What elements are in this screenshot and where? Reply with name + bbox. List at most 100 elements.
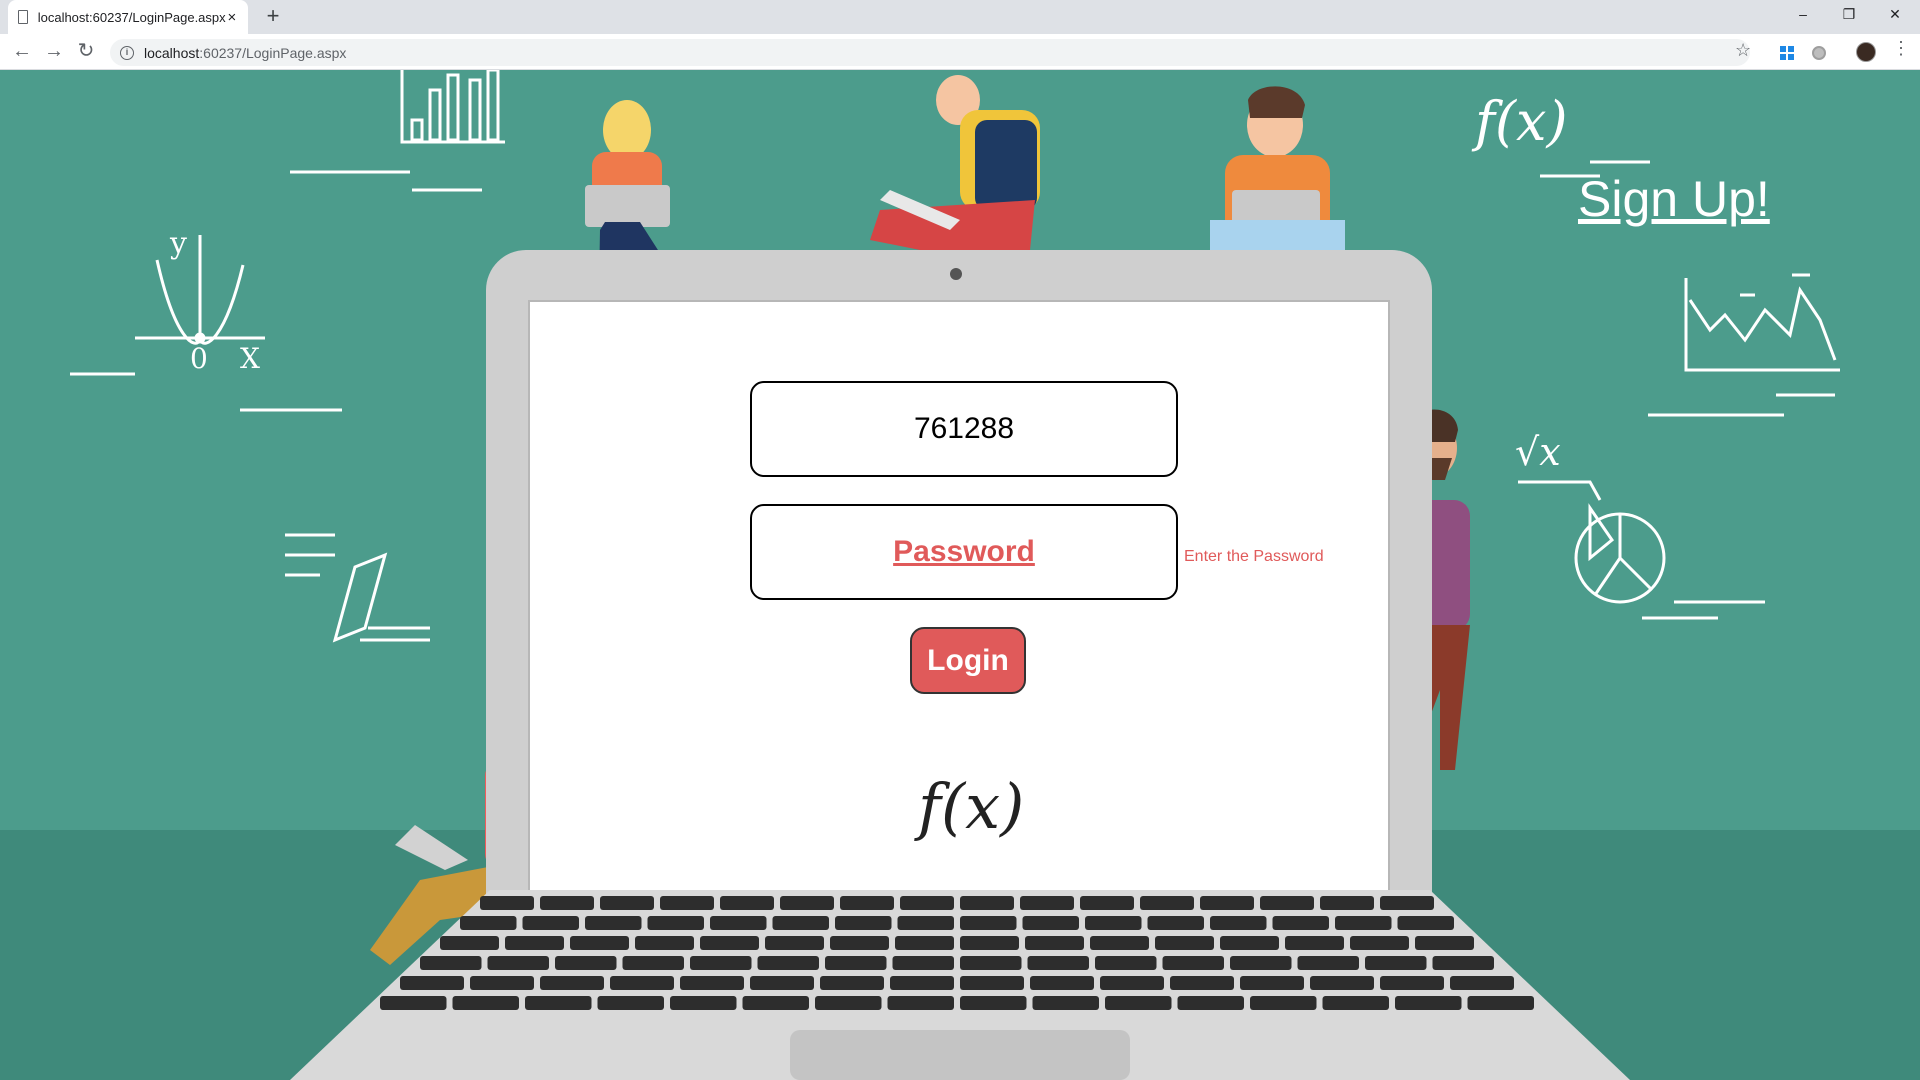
keyboard-key — [1322, 996, 1389, 1010]
keyboard-key — [710, 916, 767, 930]
forward-icon[interactable]: → — [40, 38, 68, 66]
keyboard-key — [505, 936, 564, 950]
keyboard-key — [815, 996, 882, 1010]
keyboard-key — [670, 996, 737, 1010]
restore-button[interactable]: ❐ — [1826, 0, 1872, 28]
keyboard-key — [960, 936, 1019, 950]
keyboard-key — [1095, 956, 1157, 970]
keyboard-key — [585, 916, 642, 930]
keyboard-key — [900, 896, 954, 910]
minimize-button[interactable]: – — [1780, 0, 1826, 28]
keyboard-key — [835, 916, 892, 930]
keyboard-key — [1335, 916, 1392, 930]
keyboard-key — [1260, 896, 1314, 910]
keyboard-key — [555, 956, 617, 970]
keyboard-key — [400, 976, 464, 990]
keyboard-key — [460, 916, 517, 930]
keyboard-key — [1230, 956, 1292, 970]
keyboard-key — [1155, 936, 1214, 950]
keyboard-key — [635, 936, 694, 950]
keyboard-key — [1100, 976, 1164, 990]
reload-icon[interactable]: ↻ — [72, 38, 100, 66]
keyboard-key — [1285, 936, 1344, 950]
keyboard-key — [780, 896, 834, 910]
keyboard-key — [1220, 936, 1279, 950]
keyboard-key — [480, 896, 534, 910]
keyboard-key — [1415, 936, 1474, 950]
keyboard-key — [690, 956, 752, 970]
keyboard-key — [1022, 916, 1079, 930]
keyboard-key — [1170, 976, 1234, 990]
keyboard-key — [1380, 976, 1444, 990]
login-page: 761288 Password Enter the Password Login… — [0, 70, 1920, 1080]
profile-avatar[interactable] — [1856, 42, 1876, 62]
bookmark-star-icon[interactable]: ☆ — [1735, 40, 1751, 61]
close-tab-icon[interactable]: × — [226, 9, 238, 26]
menu-icon[interactable]: ⋮ — [1892, 38, 1910, 59]
keyboard-key — [1025, 936, 1084, 950]
keyboard-key — [570, 936, 629, 950]
keyboard-key — [540, 896, 594, 910]
username-input[interactable]: 761288 — [750, 381, 1178, 477]
keyboard-key — [440, 936, 499, 950]
keyboard-key — [622, 956, 684, 970]
zero-label: 0 — [190, 342, 208, 375]
keyboard-key — [1020, 896, 1074, 910]
signup-link[interactable]: Sign Up! — [1578, 170, 1770, 228]
keyboard-key — [890, 976, 954, 990]
keyboard-key — [1147, 916, 1204, 930]
y-axis-label: y — [170, 226, 187, 261]
tab-title: localhost:60237/LoginPage.aspx — [37, 9, 226, 25]
back-icon[interactable]: ← — [8, 38, 36, 66]
keyboard-key — [1210, 916, 1267, 930]
keyboard-key — [647, 916, 704, 930]
keyboard-key — [452, 996, 519, 1010]
keyboard-key — [1090, 936, 1149, 950]
keyboard-key — [895, 936, 954, 950]
keyboard-key — [765, 936, 824, 950]
keyboard-key — [892, 956, 954, 970]
keyboard-key — [960, 996, 1027, 1010]
url-text: localhost:60237/LoginPage.aspx — [144, 44, 347, 61]
keyboard-key — [1140, 896, 1194, 910]
keyboard-key — [1380, 896, 1434, 910]
keyboard-key — [597, 996, 664, 1010]
keyboard-key — [772, 916, 829, 930]
keyboard-key — [660, 896, 714, 910]
extension-icon[interactable] — [1812, 46, 1826, 60]
keyboard-key — [470, 976, 534, 990]
keyboard-key — [1450, 976, 1514, 990]
keyboard-key — [887, 996, 954, 1010]
new-tab-button[interactable]: + — [260, 4, 286, 30]
keyboard-key — [1162, 956, 1224, 970]
close-window-button[interactable]: ✕ — [1872, 0, 1918, 28]
info-icon[interactable]: i — [120, 45, 134, 60]
keyboard-key — [1397, 916, 1454, 930]
keyboard-key — [1250, 996, 1317, 1010]
keyboard-key — [525, 996, 592, 1010]
keyboard-key — [680, 976, 744, 990]
address-bar[interactable]: i localhost:60237/LoginPage.aspx — [110, 39, 1750, 66]
keyboard-key — [840, 896, 894, 910]
keyboard-key — [540, 976, 604, 990]
keyboard-key — [742, 996, 809, 1010]
keyboard-key — [1080, 896, 1134, 910]
keyboard-key — [600, 896, 654, 910]
x-axis-label: X — [240, 342, 260, 375]
keyboard-key — [1177, 996, 1244, 1010]
login-button[interactable]: Login — [910, 627, 1026, 694]
keyboard-key — [1105, 996, 1172, 1010]
keyboard-key — [1030, 976, 1094, 990]
keyboard-key — [750, 976, 814, 990]
browser-tab-strip: localhost:60237/LoginPage.aspx × + – ❐ ✕ — [0, 0, 1920, 34]
keyboard-key — [1272, 916, 1329, 930]
windows-extension-icon[interactable] — [1780, 46, 1794, 60]
keyboard-key — [1310, 976, 1374, 990]
keyboard-key — [420, 956, 482, 970]
address-toolbar: ← → ↻ i localhost:60237/LoginPage.aspx — [0, 34, 1920, 70]
sqrt-label: √x — [1515, 430, 1561, 474]
keyboard-key — [487, 956, 549, 970]
browser-tab[interactable]: localhost:60237/LoginPage.aspx × — [8, 0, 248, 34]
password-input[interactable]: Password — [750, 504, 1178, 600]
keyboard-key — [897, 916, 954, 930]
